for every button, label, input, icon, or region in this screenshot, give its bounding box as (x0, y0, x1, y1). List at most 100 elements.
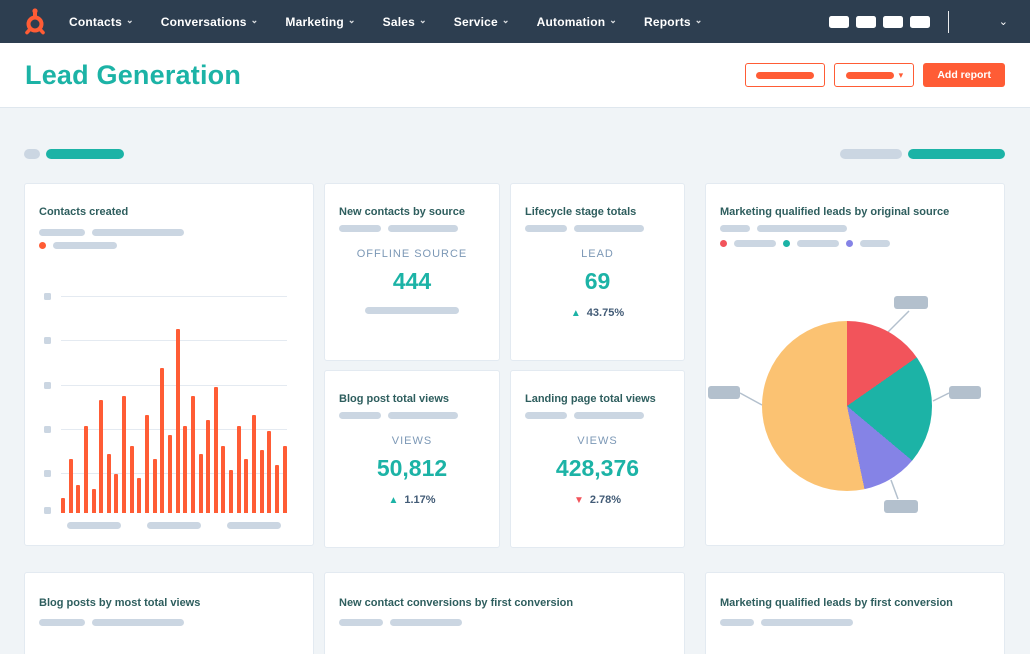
report-card-mql-by-original-source: Marketing qualified leads by original so… (705, 183, 1005, 546)
nav-icon-placeholder-3[interactable] (882, 15, 903, 28)
hubspot-logo[interactable] (22, 7, 47, 36)
metric-value: 69 (584, 268, 611, 294)
metric-label: VIEWS (391, 435, 433, 447)
nav-item-marketing[interactable]: Marketing ⌄ (285, 15, 355, 29)
redacted-text-bar (574, 412, 644, 419)
redacted-text-bar (574, 225, 644, 232)
add-report-button[interactable]: Add report (923, 63, 1005, 87)
delta-down-icon: ▼ (573, 494, 584, 506)
redacted-text-bar (797, 240, 839, 247)
redacted-text-bar (92, 229, 184, 236)
nav-item-contacts[interactable]: Contacts ⌄ (69, 15, 134, 29)
metric-delta: ▼ 2.78% (511, 494, 684, 506)
report-title: Marketing qualified leads by first conve… (720, 597, 953, 609)
redacted-slice-callout (708, 386, 740, 399)
dashboard-actions: ▾ Add report (745, 63, 1005, 87)
chevron-down-icon: ⌄ (347, 15, 356, 25)
report-card-blog-posts-by-most-total-views: Blog posts by most total views (24, 572, 314, 654)
redacted-text-bar (734, 240, 776, 247)
bar (137, 478, 142, 513)
bar (175, 328, 180, 513)
dashboard-filter-dropdown[interactable]: ▾ (834, 63, 915, 87)
dashboard-header: Lead Generation ▾ Add report (0, 43, 1030, 108)
top-navigation: Contacts ⌄ Conversations ⌄ Marketing ⌄ Sale… (0, 0, 1030, 43)
redacted-slice-callout (884, 500, 918, 513)
redacted-text-bar (67, 522, 121, 529)
filter-chip[interactable] (24, 149, 40, 159)
chevron-down-icon: ⌄ (125, 15, 134, 25)
bar (259, 450, 264, 513)
bar (236, 426, 241, 513)
nav-item-label: Sales (382, 14, 416, 29)
nav-item-service[interactable]: Service ⌄ (454, 15, 510, 29)
nav-item-automation[interactable]: Automation ⌄ (537, 15, 617, 29)
redacted-slice-callout (894, 296, 928, 309)
contacts-created-bar-series (61, 296, 287, 513)
redacted-legend-row (339, 619, 462, 626)
redacted-text-bar (92, 619, 184, 626)
chevron-down-icon: ⌄ (419, 15, 427, 25)
bar (274, 465, 279, 513)
bar (129, 445, 134, 513)
page-title: Lead Generation (25, 59, 242, 90)
bar (282, 445, 287, 513)
filter-chip[interactable] (908, 149, 1005, 159)
report-card-new-contacts-by-source: New contacts by source OFFLINE SOURCE 44… (324, 183, 500, 361)
delta-value: 43.75% (586, 307, 625, 319)
redacted-text-bar (53, 242, 117, 249)
dropdown-caret-icon: ▾ (898, 69, 904, 80)
metric-label: OFFLINE SOURCE (356, 248, 468, 260)
pie-chart (762, 321, 932, 491)
legend-dot (720, 240, 727, 247)
redacted-legend-row (720, 225, 847, 232)
filter-chip[interactable] (46, 149, 124, 159)
redacted-text-bar (365, 307, 459, 314)
redacted-ytick (44, 470, 51, 477)
nav-item-label: Conversations (160, 14, 247, 29)
report-card-contacts-created: Contacts created (24, 183, 314, 546)
redacted-footer-row (325, 307, 499, 314)
nav-icon-placeholder-1[interactable] (828, 15, 849, 28)
filter-chip[interactable] (840, 149, 902, 159)
redacted-xaxis-labels (61, 522, 287, 529)
nav-icon-placeholder-4[interactable] (909, 15, 930, 28)
bar (152, 458, 157, 513)
redacted-subtitle-row (525, 412, 644, 419)
report-card-new-contact-conversions: New contact conversions by first convers… (324, 572, 685, 654)
nav-icon-placeholder-2[interactable] (855, 15, 876, 28)
legend-entry (39, 242, 117, 249)
delta-value: 1.17% (404, 494, 436, 506)
redacted-text-bar (860, 240, 890, 247)
redacted-text-bar (720, 619, 754, 626)
report-title: Lifecycle stage totals (525, 206, 637, 218)
redacted-label-bar (845, 71, 894, 79)
nav-item-conversations[interactable]: Conversations ⌄ (161, 15, 259, 29)
report-card-landing-page-total-views: Landing page total views VIEWS 428,376 ▼… (510, 370, 685, 548)
metric-label: VIEWS (577, 435, 618, 447)
nav-item-reports[interactable]: Reports ⌄ (644, 15, 703, 29)
hubspot-dashboard: Contacts ⌄ Conversations ⌄ Marketing ⌄ Sale… (0, 0, 1030, 654)
metric-label: LEAD (581, 248, 614, 260)
redacted-ytick (44, 426, 51, 433)
metric-value: 428,376 (555, 455, 640, 481)
redacted-text-bar (761, 619, 853, 626)
nav-item-label: Marketing (285, 14, 344, 29)
report-card-blog-post-total-views: Blog post total views VIEWS 50,812 ▲ 1.1… (324, 370, 500, 548)
redacted-text-bar (39, 619, 85, 626)
chevron-down-icon[interactable]: ⌄ (999, 15, 1008, 28)
redacted-text-bar (388, 412, 458, 419)
bar (252, 415, 257, 513)
dashboard-action-button[interactable] (745, 63, 826, 87)
report-card-lifecycle-stage-totals: Lifecycle stage totals LEAD 69 ▲ 43.75% (510, 183, 685, 361)
redacted-text-bar (227, 522, 281, 529)
redacted-legend-row (720, 619, 853, 626)
nav-item-label: Automation (536, 14, 606, 29)
bar (221, 445, 226, 513)
report-title: New contacts by source (339, 206, 465, 218)
report-title: Blog post total views (339, 393, 450, 405)
redacted-ytick (44, 382, 51, 389)
nav-item-sales[interactable]: Sales ⌄ (383, 15, 427, 29)
redacted-text-bar (39, 229, 85, 236)
sprocket-icon (25, 7, 45, 34)
delta-up-icon: ▲ (388, 494, 399, 506)
